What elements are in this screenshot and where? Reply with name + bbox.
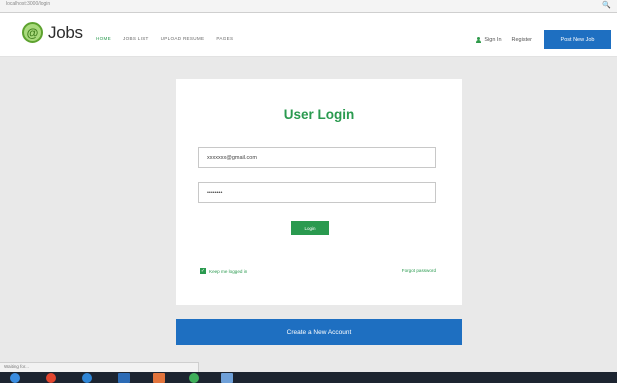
logo-icon: @ — [22, 22, 43, 43]
start-button-icon[interactable] — [4, 373, 26, 383]
site-logo[interactable]: @ Jobs — [22, 22, 83, 43]
green-app-glyph — [189, 373, 199, 383]
remember-me-checkbox[interactable]: ✓ Keep me logged in — [200, 268, 247, 274]
create-account-button[interactable]: Create a New Account — [176, 319, 462, 345]
password-field[interactable] — [198, 182, 436, 203]
nav-item-pages[interactable]: PAGES — [216, 36, 233, 41]
checkbox-checked-icon[interactable]: ✓ — [200, 268, 206, 274]
email-field[interactable] — [198, 147, 436, 168]
login-card: User Login Login ✓ Keep me logged in For… — [176, 79, 462, 305]
site-header: @ Jobs HOME JOBS LIST UPLOAD RESUME PAGE… — [0, 13, 617, 57]
chrome-app-icon[interactable] — [40, 373, 62, 383]
media-app-icon[interactable] — [216, 373, 238, 383]
login-title: User Login — [283, 107, 355, 122]
post-job-button[interactable]: Post New Job — [544, 30, 611, 49]
taskbar — [0, 372, 617, 383]
zoom-icon[interactable]: 🔍 — [602, 1, 611, 9]
remember-me-label: Keep me logged in — [209, 268, 248, 274]
office-app-glyph — [153, 373, 165, 383]
sign-in-link[interactable]: Sign In — [476, 36, 502, 43]
office-app-icon[interactable] — [148, 373, 170, 383]
sign-in-label: Sign In — [484, 36, 502, 43]
forgot-password-link[interactable]: Forgot password — [402, 268, 436, 273]
main-nav: HOME JOBS LIST UPLOAD RESUME PAGES — [96, 36, 233, 41]
green-app-icon[interactable] — [183, 373, 205, 383]
header-actions: Sign In Register Post New Job — [476, 30, 617, 49]
url-text[interactable]: localhost:3000/login — [6, 1, 50, 7]
status-text: Waiting for... — [4, 364, 29, 369]
chrome-app-glyph — [46, 373, 56, 383]
login-button[interactable]: Login — [291, 221, 329, 235]
logo-text: Jobs — [48, 22, 83, 42]
media-app-glyph — [221, 373, 233, 383]
browser-address-bar[interactable]: localhost:3000/login 🔍 — [0, 0, 617, 13]
nav-item-jobs-list[interactable]: JOBS LIST — [123, 36, 149, 41]
ie-app-glyph — [82, 373, 92, 383]
browser-status-bar: Waiting for... — [0, 362, 199, 372]
ie-app-icon[interactable] — [76, 373, 98, 383]
nav-item-upload-resume[interactable]: UPLOAD RESUME — [161, 36, 205, 41]
nav-item-home[interactable]: HOME — [96, 36, 111, 41]
explorer-app-icon[interactable] — [113, 373, 135, 383]
explorer-app-glyph — [118, 373, 130, 383]
register-link[interactable]: Register — [512, 37, 532, 43]
user-icon — [476, 36, 482, 43]
start-button-glyph — [10, 373, 20, 383]
